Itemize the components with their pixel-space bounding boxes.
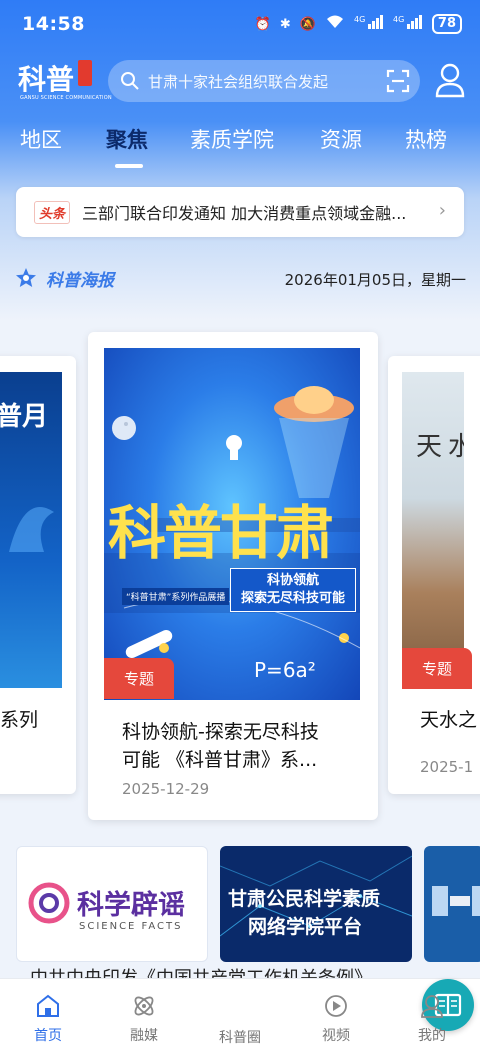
poster-slogan-1: 科协领航 (266, 573, 319, 588)
nav-profile-label: 我的 (418, 1028, 446, 1044)
svg-text:4G: 4G (393, 15, 404, 24)
card-right-title: 天水之 (420, 709, 478, 731)
bluetooth-icon: ✱ (279, 16, 291, 32)
play-icon (325, 995, 347, 1017)
tab-academy[interactable]: 素质学院 (190, 124, 274, 154)
banner-citizen-academy[interactable]: 甘肃公民科学素质 网络学院平台 (220, 846, 412, 962)
card-center-title-line2: 可能 《科普甘肃》系... (122, 749, 318, 771)
tab-trending[interactable]: 热榜 (405, 124, 447, 154)
logo-seal-icon (78, 60, 92, 86)
profile-icon (421, 995, 443, 1018)
poster-image-center: 科普甘肃 “科普甘肃”系列作品展播 科协领航 探索无尽科技可能 P=6a² (104, 348, 360, 700)
poster-section-header: 科普海报 2026年01月05日，星期一 (0, 262, 480, 296)
banner-science-facts-title: 科学辟谣 (77, 890, 185, 921)
tab-active-indicator (115, 164, 143, 168)
nav-media[interactable]: 融媒 (112, 993, 176, 1045)
battery-indicator: 78 (431, 14, 462, 34)
poster-left-figure (9, 507, 54, 552)
tab-resources[interactable]: 资源 (320, 124, 362, 154)
nav-profile[interactable]: 我的 (400, 993, 464, 1045)
app-header: 科普 GANSU SCIENCE COMMUNICATION 甘肃十家社会组织联… (0, 58, 480, 106)
app-logo[interactable]: 科普 GANSU SCIENCE COMMUNICATION (18, 58, 112, 104)
tab-focus[interactable]: 聚焦 (106, 124, 148, 168)
status-bar: 14:58 ⏰ ✱ 🔕 4G 4G 78 (0, 0, 480, 48)
poster-image-left: 普月 (0, 372, 62, 688)
chevron-right-icon: › (438, 200, 446, 221)
banner-science-facts-subtitle: SCIENCE FACTS (79, 921, 183, 932)
wifi-icon (325, 14, 345, 34)
section-date: 2026年01月05日，星期一 (284, 271, 466, 289)
satellite-icon (432, 886, 480, 916)
banner-academy-line2: 网络学院平台 (248, 916, 363, 938)
status-time: 14:58 (22, 13, 85, 35)
nav-video-label: 视频 (322, 1028, 350, 1044)
status-icons: ⏰ ✱ 🔕 4G 4G 78 (255, 14, 462, 34)
media-icon (134, 996, 154, 1016)
logo-subtext: GANSU SCIENCE COMMUNICATION (20, 95, 112, 101)
nav-media-label: 融媒 (130, 1028, 158, 1044)
nav-video[interactable]: 视频 (304, 993, 368, 1045)
tab-focus-label: 聚焦 (106, 128, 148, 152)
card-center-title-line1: 科协领航-探索无尽科技 (122, 721, 319, 743)
poster-slogan-2: 探索无尽科技可能 (240, 591, 345, 606)
poster-card-center[interactable]: 科普甘肃 “科普甘肃”系列作品展播 科协领航 探索无尽科技可能 P=6a² 专题… (88, 332, 378, 820)
banner-space-station[interactable] (424, 846, 480, 962)
tag-special-right: 专题 (402, 648, 473, 689)
search-bar[interactable]: 甘肃十家社会组织联合发起 (108, 60, 420, 102)
headline-bar[interactable]: 头条 三部门联合印发通知 加大消费重点领域金融... › (16, 187, 464, 237)
logo-text: 科普 (18, 63, 75, 96)
poster-image-right: 天水 (402, 372, 464, 688)
poster-card-left[interactable]: 普月 系列 (0, 356, 76, 794)
bottom-navigation: 首页 融媒 科普圈 视频 我的 (0, 978, 480, 1058)
section-title: 科普海报 (46, 271, 114, 291)
headline-badge: 头条 (34, 200, 71, 224)
banner-science-facts[interactable]: 科学辟谣 SCIENCE FACTS (16, 846, 208, 962)
svg-text:4G: 4G (354, 15, 365, 24)
card-center-date: 2025-12-29 (122, 780, 210, 798)
category-tabs: 地区 聚焦 素质学院 资源 热榜 (0, 124, 480, 174)
poster-title: 科普甘肃 (108, 499, 334, 567)
signal-icon: 4G (354, 14, 384, 34)
scan-icon[interactable] (386, 69, 410, 93)
science-facts-logo-icon (28, 882, 70, 924)
poster-subtitle: “科普甘肃”系列作品展播 (122, 588, 230, 605)
mute-icon: 🔕 (299, 16, 316, 32)
card-right-date: 2025-1 (420, 758, 474, 776)
poster-left-text: 普月 (0, 402, 49, 432)
tag-special-center: 专题 (104, 658, 175, 699)
poster-slogan-box: 科协领航 探索无尽科技可能 (230, 568, 356, 612)
poster-card-right[interactable]: 天水 专题 天水之 2025-1 (388, 356, 480, 794)
poster-formula: P=6a² (254, 658, 316, 682)
signal-icon-2: 4G (393, 14, 423, 34)
search-placeholder: 甘肃十家社会组织联合发起 (148, 72, 329, 91)
nav-science-circle-label: 科普圈 (219, 1030, 261, 1046)
star-icon (16, 268, 36, 287)
tab-region[interactable]: 地区 (20, 124, 62, 154)
banner-academy-line1: 甘肃公民科学素质 (228, 888, 381, 910)
poster-right-text: 天水 (416, 432, 464, 462)
headline-text: 三部门联合印发通知 加大消费重点领域金融... (82, 204, 407, 223)
user-profile-icon[interactable] (434, 62, 466, 98)
home-icon (37, 994, 59, 1017)
alarm-icon: ⏰ (254, 16, 271, 32)
card-left-title: 系列 (0, 709, 39, 731)
search-icon (121, 72, 139, 90)
nav-home[interactable]: 首页 (16, 993, 80, 1045)
nav-home-label: 首页 (34, 1028, 62, 1044)
